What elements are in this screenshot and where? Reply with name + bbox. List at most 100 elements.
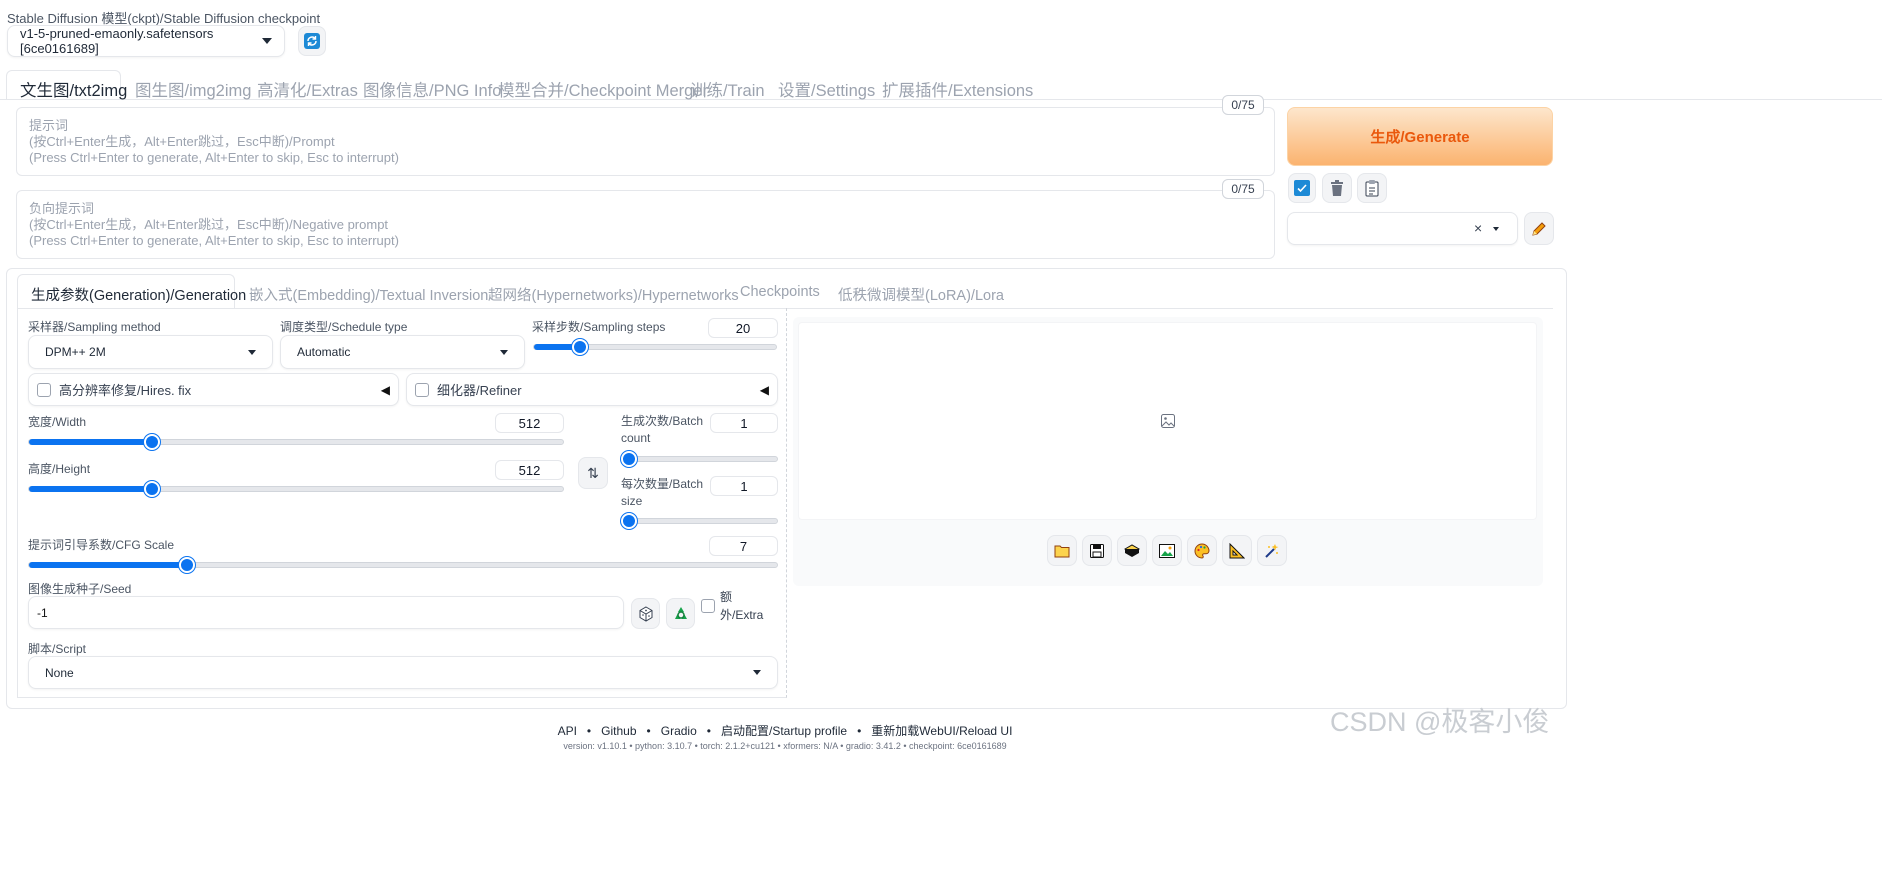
swap-dimensions-button[interactable]: ⇅ <box>578 457 608 489</box>
checkpoint-dropdown[interactable]: v1-5-pruned-emaonly.safetensors [6ce0161… <box>7 25 285 57</box>
slider-thumb[interactable] <box>621 451 637 467</box>
tab-img2img[interactable]: 图生图/img2img <box>135 77 251 101</box>
footer-separator: • <box>706 724 711 738</box>
refiner-accordion[interactable]: 细化器/Refiner ◀ <box>406 373 778 406</box>
hires-fix-checkbox[interactable] <box>37 382 51 397</box>
footer-startup-profile-link[interactable]: 启动配置/Startup profile <box>721 724 847 738</box>
pencil-icon <box>1532 221 1546 236</box>
slider-fill <box>29 562 187 568</box>
sparkle-button[interactable] <box>1257 535 1287 566</box>
steps-slider[interactable] <box>533 339 777 355</box>
generate-button[interactable]: 生成/Generate <box>1287 107 1553 166</box>
send-to-img2img-button[interactable] <box>1152 535 1182 566</box>
cfg-input[interactable]: 7 <box>709 536 778 556</box>
dice-icon <box>639 605 652 622</box>
subtab-checkpoints[interactable]: Checkpoints <box>740 284 820 300</box>
footer-reload-ui-link[interactable]: 重新加载WebUI/Reload UI <box>871 724 1012 738</box>
send-to-extras-button[interactable] <box>1222 535 1252 566</box>
negative-prompt-textarea[interactable]: 负向提示词 (按Ctrl+Enter生成，Alt+Enter跳过，Esc中断)/… <box>16 190 1275 259</box>
reuse-seed-button[interactable] <box>666 598 695 629</box>
extra-seed-label: 额 外/Extra <box>720 588 763 624</box>
slider-thumb[interactable] <box>621 513 637 529</box>
batch-size-slider[interactable] <box>621 513 778 529</box>
footer-github-link[interactable]: Github <box>601 724 636 738</box>
width-input[interactable]: 512 <box>495 413 564 433</box>
prompt-placeholder-line2: (按Ctrl+Enter生成，Alt+Enter跳过，Esc中断)/Prompt <box>29 134 335 149</box>
batch-count-label-l1: 生成次数/Batch <box>621 414 704 428</box>
batch-count-input[interactable]: 1 <box>710 413 778 433</box>
steps-input[interactable]: 20 <box>708 318 778 338</box>
cfg-label: 提示词引导系数/CFG Scale <box>28 538 175 552</box>
hires-fix-accordion[interactable]: 高分辨率修复/Hires. fix ◀ <box>28 373 399 406</box>
sampler-dropdown[interactable]: DPM++ 2M <box>28 335 273 369</box>
styles-clear-icon[interactable]: × <box>1474 220 1482 236</box>
subtab-generation[interactable]: 生成参数(Generation)/Generation <box>31 284 246 305</box>
slider-thumb[interactable] <box>179 557 195 573</box>
batch-count-slider[interactable] <box>621 451 778 467</box>
seed-input[interactable]: -1 <box>28 596 624 629</box>
negative-prompt-placeholder-line3: (Press Ctrl+Enter to generate, Alt+Enter… <box>29 233 399 248</box>
footer-separator: • <box>586 724 592 738</box>
watermark: CSDN @极客小俊 <box>1330 707 1550 737</box>
styles-dropdown[interactable]: × <box>1287 212 1518 245</box>
tab-png-info[interactable]: 图像信息/PNG Info <box>363 77 501 101</box>
refresh-checkpoint-button[interactable] <box>298 26 326 56</box>
tab-txt2img[interactable]: 文生图/txt2img <box>20 77 127 101</box>
extra-seed-checkbox[interactable] <box>701 599 715 613</box>
paste-params-button[interactable] <box>1357 173 1387 203</box>
tab-extensions[interactable]: 扩展插件/Extensions <box>882 77 1033 101</box>
slider-fill <box>29 439 152 445</box>
clear-prompt-button[interactable] <box>1322 173 1352 203</box>
slider-thumb[interactable] <box>144 481 160 497</box>
cfg-slider[interactable] <box>28 557 778 573</box>
slider-thumb[interactable] <box>572 339 588 355</box>
schedule-dropdown[interactable]: Automatic <box>280 335 525 369</box>
batch-size-label-l1: 每次数量/Batch <box>621 477 704 491</box>
height-input[interactable]: 512 <box>495 460 564 480</box>
sparkle-icon <box>1265 543 1279 558</box>
refresh-icon <box>304 33 320 49</box>
negative-prompt-placeholder-line2: (按Ctrl+Enter生成，Alt+Enter跳过，Esc中断)/Negati… <box>29 217 389 232</box>
subtab-textual-inversion[interactable]: 嵌入式(Embedding)/Textual Inversion <box>249 284 488 305</box>
send-to-inpaint-button[interactable] <box>1187 535 1217 566</box>
random-seed-button[interactable] <box>631 598 660 629</box>
tab-checkpoint-merger[interactable]: 模型合并/Checkpoint Merger <box>498 77 708 101</box>
tab-extras[interactable]: 高清化/Extras <box>257 77 358 101</box>
script-value: None <box>45 665 74 680</box>
chevron-down-icon <box>500 349 508 355</box>
edit-styles-button[interactable] <box>1524 212 1554 245</box>
chevron-down-icon <box>262 38 272 44</box>
batch-count-label: 生成次数/Batch count <box>621 413 703 447</box>
height-slider[interactable] <box>28 481 564 497</box>
send-to-inpaint-icon <box>1194 542 1210 559</box>
batch-size-input[interactable]: 1 <box>710 476 778 496</box>
prompt-textarea[interactable]: 提示词 (按Ctrl+Enter生成，Alt+Enter跳过，Esc中断)/Pr… <box>16 107 1275 176</box>
open-folder-button[interactable] <box>1047 535 1077 566</box>
save-icon <box>1090 543 1104 558</box>
slider-thumb[interactable] <box>144 434 160 450</box>
tab-settings[interactable]: 设置/Settings <box>778 77 875 101</box>
save-button[interactable] <box>1082 535 1112 566</box>
swap-arrows-icon: ⇅ <box>587 464 599 481</box>
refiner-checkbox[interactable] <box>415 382 429 397</box>
zip-button[interactable] <box>1117 535 1147 566</box>
width-slider[interactable] <box>28 434 564 450</box>
subtab-lora[interactable]: 低秩微调模型(LoRA)/Lora <box>838 284 1004 305</box>
footer-separator: • <box>646 724 651 738</box>
sampler-label: 采样器/Sampling method <box>28 320 161 334</box>
batch-size-label-l2: size <box>621 494 643 508</box>
output-gallery[interactable] <box>798 322 1537 520</box>
apply-styles-button[interactable] <box>1288 173 1316 203</box>
subtab-hypernetworks[interactable]: 超网络(Hypernetworks)/Hypernetworks <box>488 284 739 305</box>
checkpoint-value: v1-5-pruned-emaonly.safetensors [6ce0161… <box>20 26 214 56</box>
zip-icon <box>1124 543 1140 557</box>
tab-train[interactable]: 训练/Train <box>690 77 765 101</box>
clipboard-icon <box>1365 180 1379 197</box>
footer-gradio-link[interactable]: Gradio <box>661 724 697 738</box>
extra-label-l1: 额 <box>720 590 733 604</box>
footer-api-link[interactable]: API <box>558 724 577 738</box>
steps-label: 采样步数/Sampling steps <box>532 320 666 334</box>
script-dropdown[interactable]: None <box>28 656 778 689</box>
send-to-img2img-icon <box>1159 543 1175 558</box>
collapse-triangle-icon: ◀ <box>759 382 769 397</box>
